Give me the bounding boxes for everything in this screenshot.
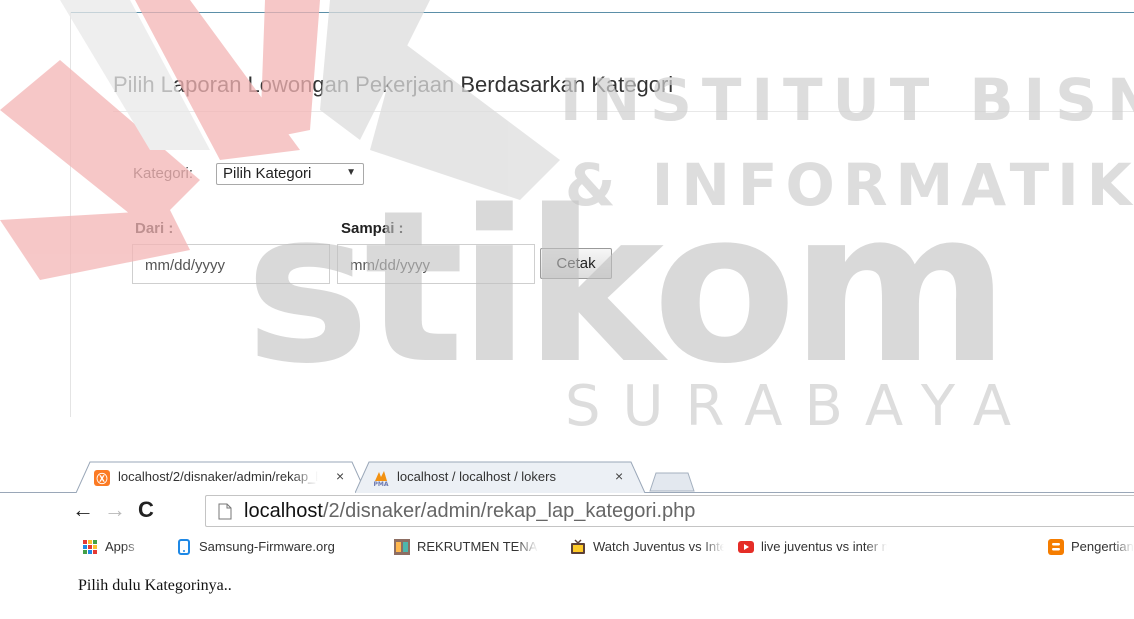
address-bar[interactable]: localhost/2/disnaker/admin/rekap_lap_kat… <box>205 495 1134 527</box>
bookmark-rekrutmen[interactable]: REKRUTMEN TENAGA <box>394 536 539 558</box>
cetak-button[interactable]: Cetak <box>540 248 612 279</box>
svg-text:PMA: PMA <box>373 481 388 486</box>
bookmark-label: Apps <box>105 539 145 554</box>
url-path: /2/disnaker/admin/rekap_lap_kategori.php <box>322 500 696 522</box>
bookmark-pengertian[interactable]: Pengertian <box>1048 536 1134 558</box>
kategori-label: Kategori: <box>133 165 194 182</box>
kategori-selected-value: Pilih Kategori <box>223 165 312 182</box>
sampai-label: Sampai : <box>341 220 404 237</box>
tab-active-title: localhost/2/disnaker/admin/rekap_lap_kat… <box>118 469 318 484</box>
watermark-petal <box>370 40 560 200</box>
sampai-date-input[interactable]: mm/dd/yyyy <box>337 244 535 284</box>
rekrutmen-icon <box>394 539 410 555</box>
bookmark-live-juventus[interactable]: live juventus vs inter m <box>738 536 888 558</box>
back-arrow-icon[interactable]: ← <box>72 497 94 523</box>
watermark-city: SURABAYA <box>565 374 1033 439</box>
dari-label: Dari : <box>135 220 174 237</box>
tab-inactive-title: localhost / localhost / lokers <box>397 469 597 484</box>
xampp-icon: Ⓧ <box>94 470 110 486</box>
dari-date-placeholder: mm/dd/yyyy <box>145 257 226 274</box>
url-text: localhost/2/disnaker/admin/rekap_lap_kat… <box>244 500 695 523</box>
apps-grid-icon <box>82 539 98 555</box>
tab-close-icon[interactable]: × <box>615 468 623 484</box>
tab-close-icon[interactable]: × <box>336 468 344 484</box>
bookmark-label: REKRUTMEN TENAGA <box>417 539 538 554</box>
watermark-petal <box>320 0 430 140</box>
watermark-line2: & INFORMATIKA <box>565 151 1134 219</box>
page-title: Pilih Laporan Lowongan Pekerjaan Berdasa… <box>113 72 674 97</box>
watermark-brand: stikom <box>245 165 1003 410</box>
panel-left-border <box>70 12 71 417</box>
youtube-icon <box>738 539 754 555</box>
dari-date-input[interactable]: mm/dd/yyyy <box>132 244 330 284</box>
dropdown-arrow-icon: ▼ <box>346 167 356 178</box>
page-message: Pilih dulu Kategorinya.. <box>78 577 232 594</box>
bookmark-apps[interactable]: Apps <box>82 536 154 558</box>
reload-icon[interactable]: C <box>138 497 154 523</box>
tv-icon <box>570 539 586 555</box>
kategori-select[interactable]: Pilih Kategori ▼ <box>216 163 364 185</box>
page-icon <box>218 503 232 520</box>
bookmark-samsung-firmware[interactable]: Samsung-Firmware.org <box>176 536 386 558</box>
browser-toolbar: ← → C localhost/2/disnaker/admin/rekap_l… <box>0 493 1134 529</box>
title-divider <box>113 111 1134 112</box>
svg-text:Ⓧ: Ⓧ <box>97 472 108 486</box>
bookmark-label: live juventus vs inter m <box>761 539 887 554</box>
panel-top-border <box>70 12 1134 13</box>
sampai-date-placeholder: mm/dd/yyyy <box>350 257 431 274</box>
bookmark-label: Watch Juventus vs Inter <box>593 539 724 554</box>
bookmark-label: Samsung-Firmware.org <box>199 539 385 554</box>
phpmyadmin-icon: PMA <box>373 470 389 488</box>
blogger-icon <box>1048 539 1064 555</box>
tab-active[interactable]: Ⓧ localhost/2/disnaker/admin/rekap_lap_k… <box>76 461 366 493</box>
tab-phpmyadmin[interactable]: PMA localhost / localhost / lokers × <box>355 461 645 493</box>
url-host: localhost <box>244 500 323 522</box>
new-tab-button[interactable] <box>648 472 696 492</box>
bookmark-label: Pengertian <box>1071 539 1134 554</box>
bookmark-watch-juventus[interactable]: Watch Juventus vs Inter <box>570 536 725 558</box>
forward-arrow-icon[interactable]: → <box>104 497 126 523</box>
watermark-petal <box>260 0 320 140</box>
bookmarks-bar: Apps Samsung-Firmware.org REKRUTMEN TENA… <box>0 533 1134 561</box>
samsung-firmware-icon <box>176 539 192 555</box>
